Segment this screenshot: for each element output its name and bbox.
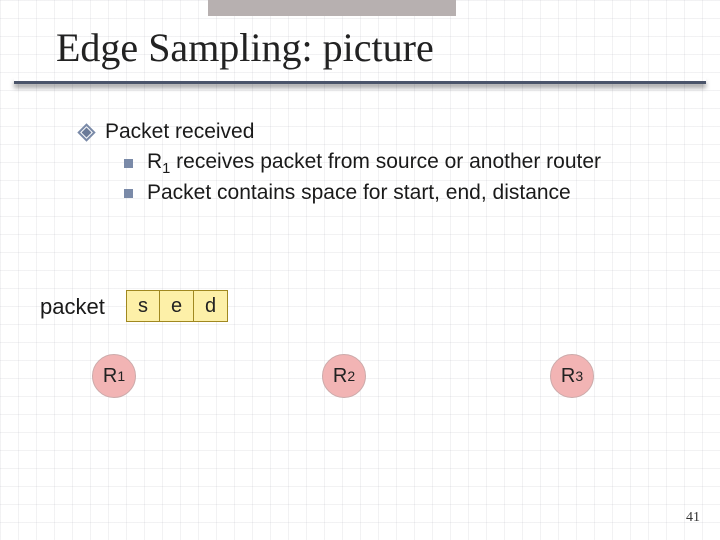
router-subscript: 3 — [575, 368, 583, 384]
bullet-level2-2: Packet contains space for start, end, di… — [124, 181, 690, 205]
router-label: R — [333, 365, 347, 388]
packet-label: packet — [40, 294, 105, 320]
bullet-block: Packet received R1 receives packet from … — [80, 120, 690, 209]
router-r1: R1 — [92, 354, 136, 398]
router-label: R — [561, 365, 575, 388]
slide-number: 41 — [686, 510, 700, 526]
square-bullet-icon — [124, 189, 133, 198]
bullet-sub1-text: R1 receives packet from source or anothe… — [147, 150, 601, 177]
packet-fields-box: s e d — [126, 290, 228, 322]
bullet-level2-1: R1 receives packet from source or anothe… — [124, 150, 690, 177]
router-subscript: 1 — [117, 368, 125, 384]
slide-title: Edge Sampling: picture — [56, 24, 434, 71]
square-bullet-icon — [124, 159, 133, 168]
router-r2: R2 — [322, 354, 366, 398]
bullet-main-text: Packet received — [105, 120, 254, 144]
packet-cell-end: e — [160, 290, 194, 322]
sub1-rest: receives packet from source or another r… — [170, 150, 601, 173]
packet-cell-start: s — [126, 290, 160, 322]
top-accent-bar — [208, 0, 456, 16]
r-prefix: R — [147, 150, 162, 173]
router-r3: R3 — [550, 354, 594, 398]
bullet-sub2-text: Packet contains space for start, end, di… — [147, 181, 571, 205]
router-subscript: 2 — [347, 368, 355, 384]
bullet-level1: Packet received — [80, 120, 690, 144]
packet-cell-distance: d — [194, 290, 228, 322]
title-underline — [14, 78, 706, 84]
diamond-bullet-icon — [80, 126, 93, 139]
router-label: R — [103, 365, 117, 388]
